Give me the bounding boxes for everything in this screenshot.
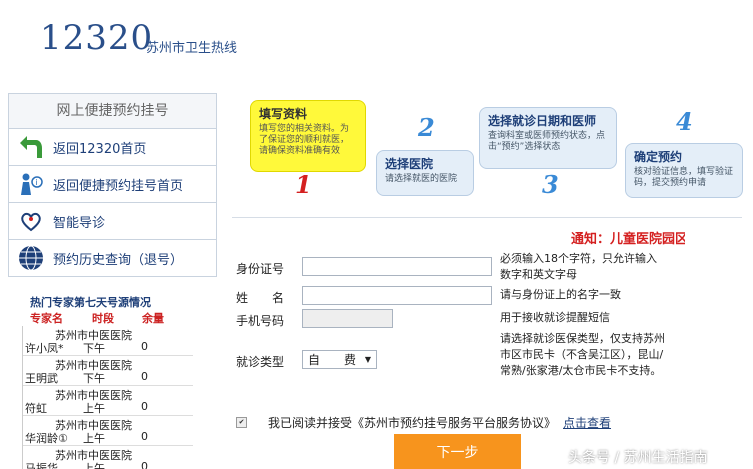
sidebar-item-history[interactable]: 预约历史查询（退号） [9,240,216,276]
hot-remain: 0 [141,400,148,413]
step-title: 选择就诊日期和医师 [488,114,597,128]
step-title: 填写资料 [259,107,308,121]
hot-time: 上午 [83,402,105,415]
step-2-box: 选择医院 请选择就医的医院 [376,150,474,196]
list-item[interactable]: 苏州市中医医院 王明武 下午 0 [23,356,193,386]
hot-header-time: 时段 [92,312,114,325]
next-step-button[interactable]: 下一步 [394,434,521,469]
agreement-text: 我已阅读并接受《苏州市预约挂号服务平台服务协议》 [268,416,557,430]
list-item[interactable]: 苏州市中医医院 许小凤* 下午 0 [23,326,193,356]
hot-remain: 0 [141,370,148,383]
hot-remain: 0 [141,340,148,353]
sidebar-item-guide[interactable]: 智能导诊 [9,203,216,240]
svg-text:i: i [36,178,38,187]
step-number-1: 1 [295,170,312,199]
chevron-down-icon: ▼ [364,355,371,364]
visit-type-hint: 请选择就诊医保类型，仅支持苏州市区市民卡（不含吴江区），昆山/常熟/张家港/太仓… [500,332,665,377]
hot-experts-title: 热门专家第七天号源情况 [30,296,151,309]
step-desc: 核对验证信息，填写验证码，提交预约申请 [634,167,734,188]
step-number-4: 4 [676,107,693,136]
phone-hint: 用于接收就诊提醒短信 [500,311,610,324]
step-1-box: 填写资料 填写您的相关资料。为了保证您的顺利就医，请确保资料准确有效 [250,100,366,172]
hot-time: 下午 [83,372,105,385]
name-input[interactable] [302,286,492,305]
step-desc: 查询科室或医师预约状态，点击“预约”选择状态 [488,131,606,152]
sidebar: 网上便捷预约挂号 返回12320首页 i 返回便捷预约挂号首页 智能导诊 预约历… [8,93,217,277]
hot-header-name: 专家名 [30,312,63,325]
step-title: 选择医院 [385,157,434,171]
back-arrow-icon [9,135,53,159]
agreement-view-link[interactable]: 点击查看 [563,414,611,431]
step-number-2: 2 [418,113,435,142]
hot-doctor-name: 马振华 [25,462,58,469]
step-title: 确定预约 [634,150,683,164]
hot-time: 下午 [83,342,105,355]
id-number-label: 身份证号 [236,262,285,276]
step-3-box: 选择就诊日期和医师 查询科室或医师预约状态，点击“预约”选择状态 [479,107,617,169]
hot-doctor-name: 华润龄① [25,432,68,445]
sidebar-item-label: 预约历史查询（退号） [53,252,184,268]
heart-person-icon [9,208,53,234]
agreement-checkbox[interactable]: ✔ [236,417,247,428]
hot-doctor-name: 符虹 [25,402,47,415]
site-logo-number[interactable]: 12320 [40,18,153,58]
visit-type-label: 就诊类型 [236,355,285,369]
name-hint: 请与身份证上的名字一致 [500,288,621,301]
id-number-hint: 必须输入18个字符，只允许输入数字和英文字母 [500,252,657,281]
hot-doctor-name: 许小凤* [25,342,64,355]
list-item[interactable]: 苏州市中医医院 符虹 上午 0 [23,386,193,416]
hot-remain: 0 [141,430,148,443]
phone-input[interactable] [302,309,393,328]
list-item[interactable]: 苏州市中医医院 华润龄① 上午 0 [23,416,193,446]
phone-label: 手机号码 [236,314,285,328]
step-desc: 请选择就医的医院 [385,174,458,184]
step-desc: 填写您的相关资料。为了保证您的顺利就医，请确保资料准确有效 [259,124,350,156]
sidebar-item-label: 返回12320首页 [53,141,147,157]
hot-header-remain: 余量 [142,312,164,325]
sidebar-item-home[interactable]: 返回12320首页 [9,129,216,166]
id-number-input[interactable] [302,257,492,276]
sidebar-item-label: 返回便捷预约挂号首页 [53,178,184,194]
hot-experts-list: 苏州市中医医院 许小凤* 下午 0 苏州市中医医院 王明武 下午 0 苏州市中医… [22,326,193,469]
hot-doctor-name: 王明武 [25,372,58,385]
sidebar-item-booking-home[interactable]: i 返回便捷预约挂号首页 [9,166,216,203]
hot-time: 上午 [83,462,105,469]
visit-type-value: 自 费 [308,353,357,367]
list-item[interactable]: 苏州市中医医院 马振华 上午 0 [23,446,193,469]
sidebar-title: 网上便捷预约挂号 [9,94,216,129]
hot-remain: 0 [141,460,148,469]
site-logo-subtitle: 苏州市卫生热线 [146,41,238,56]
section-divider [232,217,742,218]
person-info-icon: i [9,171,53,197]
visit-type-select[interactable]: 自 费 ▼ [302,350,377,369]
step-4-box: 确定预约 核对验证信息，填写验证码，提交预约申请 [625,143,743,198]
hot-time: 上午 [83,432,105,445]
step-number-3: 3 [542,170,559,199]
name-label: 姓 名 [236,291,285,305]
globe-icon [9,244,53,272]
watermark: 头条号 / 苏州生活指南 [568,450,708,466]
notice-marquee[interactable]: 通知：儿童医院园区 [571,228,685,247]
sidebar-item-label: 智能导诊 [53,215,106,231]
